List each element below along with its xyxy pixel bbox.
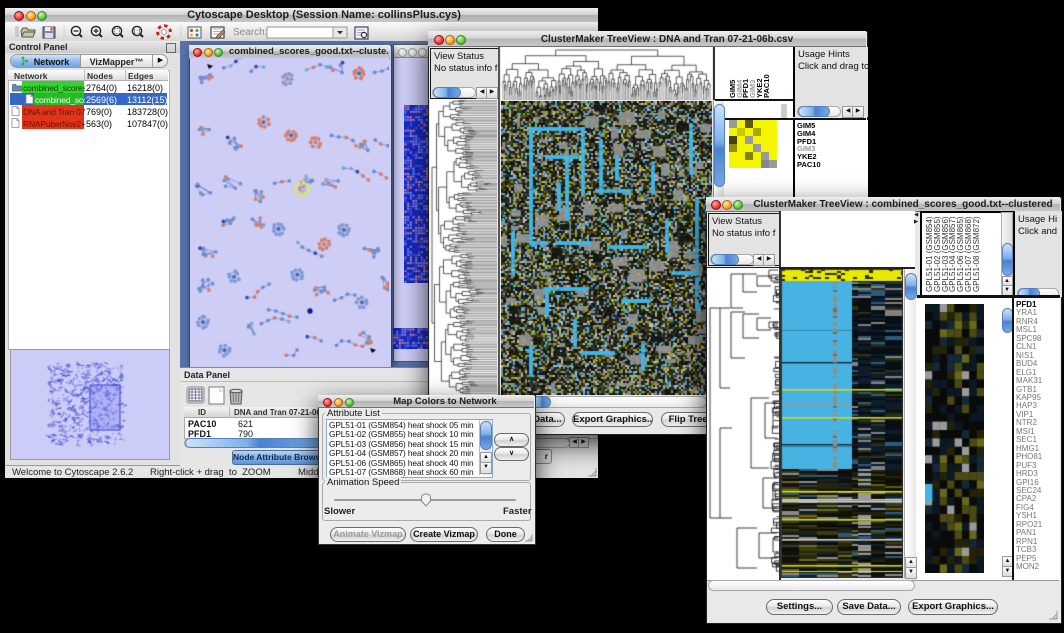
svg-text:1:1: 1:1 [133, 29, 142, 35]
svg-text:Search:: Search: [233, 27, 267, 38]
